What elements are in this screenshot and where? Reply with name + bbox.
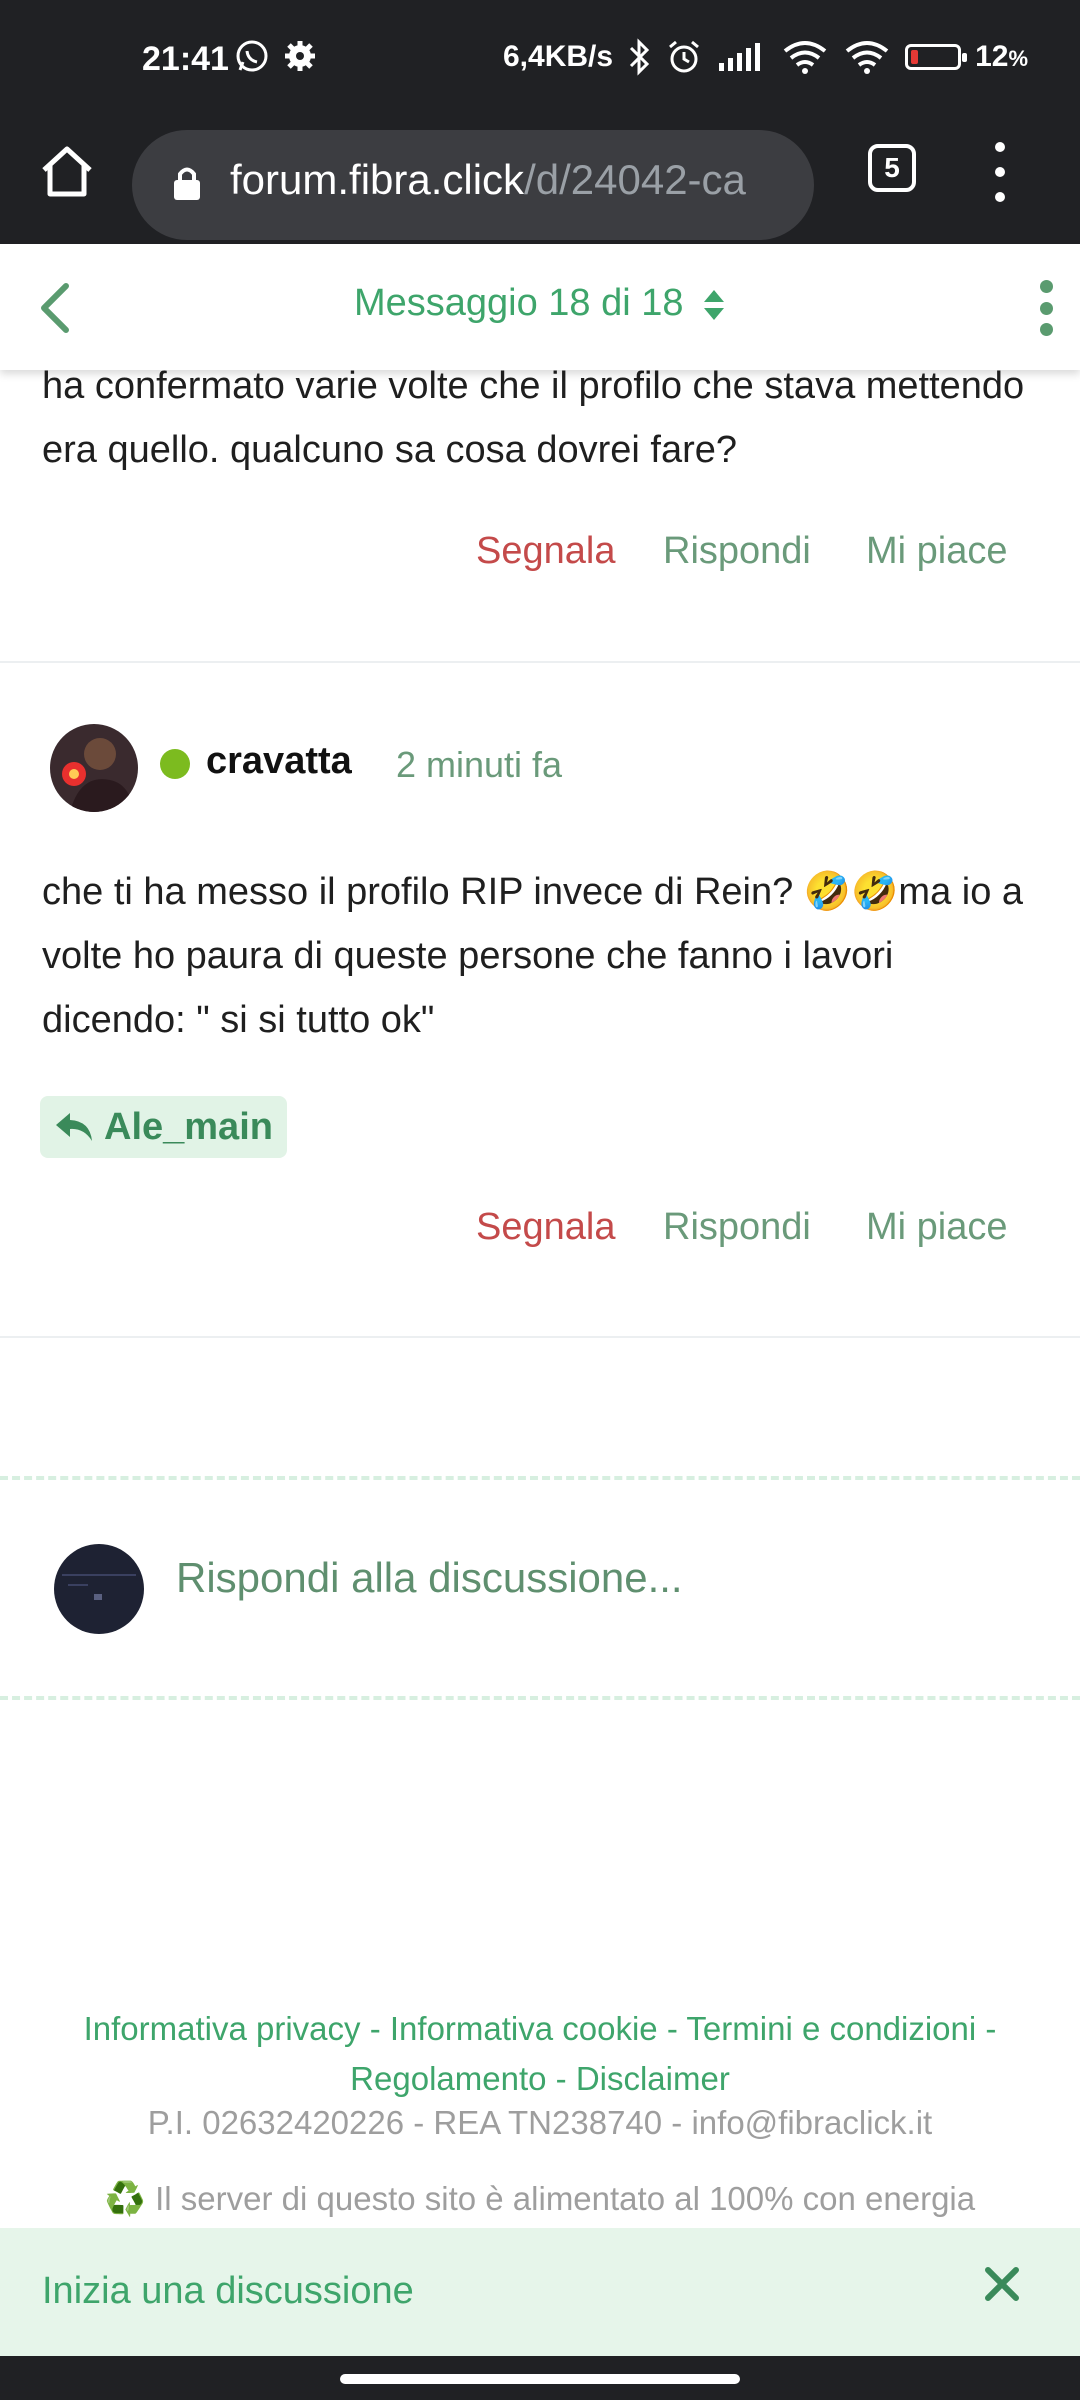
home-icon[interactable] — [36, 140, 98, 202]
reply-mention-tag[interactable]: Ale_main — [40, 1096, 287, 1158]
mention-username: Ale_main — [104, 1105, 273, 1148]
composer-bottom-border — [0, 1696, 1080, 1700]
footer-link-privacy[interactable]: Informativa privacy — [84, 2010, 361, 2047]
previous-post-text: ha confermato varie volte che il profilo… — [42, 365, 1025, 471]
post-text: che ti ha messo il profilo RIP invece di… — [42, 871, 1024, 1041]
signal-icon — [719, 43, 761, 71]
report-button[interactable]: Segnala — [476, 530, 615, 573]
post-username[interactable]: cravatta — [206, 740, 352, 783]
post-divider — [0, 661, 1080, 663]
url-text: forum.fibra.click/d/24042-ca — [230, 156, 746, 204]
footer-link-rules[interactable]: Regolamento — [350, 2060, 546, 2097]
status-left-icons — [234, 38, 318, 74]
status-right-icons: 6,4KB/s 12% — [503, 38, 1028, 76]
like-button[interactable]: Mi piace — [866, 530, 1008, 573]
whatsapp-icon — [236, 40, 268, 72]
report-button[interactable]: Segnala — [476, 1206, 615, 1249]
footer-link-cookie[interactable]: Informativa cookie — [390, 2010, 658, 2047]
post-timestamp[interactable]: 2 minuti fa — [396, 744, 562, 786]
browser-menu-button[interactable] — [990, 142, 1010, 202]
url-path: /d/24042-ca — [524, 156, 746, 203]
system-navigation-bar — [0, 2356, 1080, 2400]
post-position-label: Messaggio 18 di 18 — [353, 282, 684, 324]
reply-button[interactable]: Rispondi — [663, 530, 811, 573]
previous-post-actions: Segnala Rispondi Mi piace — [0, 530, 1080, 590]
post-position-selector[interactable]: Messaggio 18 di 18 — [0, 282, 1080, 325]
tab-switcher-button[interactable]: 5 — [868, 144, 916, 192]
start-discussion-bar[interactable]: Inizia una discussione — [0, 2228, 1080, 2356]
wifi-icon — [783, 41, 827, 74]
post-divider — [0, 1336, 1080, 1338]
url-host: forum.fibra.click — [230, 156, 525, 203]
wifi-icon — [845, 41, 889, 74]
footer-link-disclaimer[interactable]: Disclaimer — [576, 2060, 730, 2097]
gear-icon — [285, 41, 315, 71]
footer-links: Informativa privacy - Informativa cookie… — [83, 2010, 997, 2097]
reply-button[interactable]: Rispondi — [663, 1206, 811, 1249]
bluetooth-icon — [630, 38, 650, 76]
status-bar: 21:41 6,4KB/s 12% — [0, 0, 1080, 120]
lock-icon — [174, 167, 200, 200]
footer-company-info: P.I. 02632420226 - REA TN238740 - info@f… — [147, 2104, 933, 2141]
battery-level — [911, 50, 919, 64]
address-bar[interactable]: forum.fibra.click/d/24042-ca — [132, 130, 814, 240]
kebab-menu-icon[interactable] — [1036, 280, 1056, 336]
reply-icon — [56, 1113, 92, 1141]
current-user-avatar — [54, 1544, 144, 1634]
alarm-icon — [669, 40, 700, 73]
battery-icon — [905, 44, 968, 70]
browser-toolbar: forum.fibra.click/d/24042-ca 5 — [0, 120, 1080, 244]
start-discussion-label[interactable]: Inizia una discussione — [42, 2270, 414, 2313]
reply-composer-input[interactable]: Rispondi alla discussione... — [176, 1554, 683, 1602]
footer-green-energy: ♻️ Il server di questo sito è alimentato… — [104, 2180, 976, 2217]
sort-icon — [704, 289, 725, 320]
post-actions: Segnala Rispondi Mi piace — [0, 1206, 1080, 1266]
close-icon[interactable] — [982, 2264, 1022, 2304]
footer-link-terms[interactable]: Termini e condizioni — [686, 2010, 976, 2047]
home-gesture-handle[interactable] — [340, 2374, 740, 2384]
battery-percent: 12% — [975, 40, 1028, 73]
avatar[interactable] — [50, 724, 138, 812]
composer-top-border — [0, 1476, 1080, 1480]
like-button[interactable]: Mi piace — [866, 1206, 1008, 1249]
forum-header: Messaggio 18 di 18 — [0, 244, 1080, 370]
network-speed: 6,4KB/s — [503, 40, 614, 73]
online-status-dot — [160, 749, 190, 779]
status-time: 21:41 — [142, 40, 229, 78]
